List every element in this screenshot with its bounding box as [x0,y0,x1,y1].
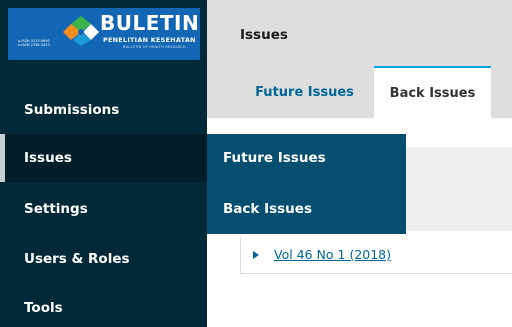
logo-issn: p-ISSN 0125-9695 e-ISSN 2338-3453 [18,39,50,47]
logo-title: BULETIN [100,11,200,35]
tab-back-issues[interactable]: Back Issues [374,66,491,118]
issue-link[interactable]: Vol 46 No 1 (2018) [274,247,391,262]
sidebar-item-tools[interactable]: Tools [0,284,207,327]
sidebar-item-settings[interactable]: Settings [0,185,207,233]
puzzle-logo-icon [63,16,99,46]
issue-list-item[interactable]: Vol 46 No 1 (2018) [240,237,512,274]
logo-subtitle: PENELITIAN KESEHATAN [103,36,196,44]
expand-caret-icon[interactable] [253,251,259,259]
sidebar-item-users-roles[interactable]: Users & Roles [0,235,207,283]
tabs-bar: Future Issues Back Issues [207,66,512,118]
flyout-item-back-issues[interactable]: Back Issues [207,185,406,233]
page-header: Issues [207,0,512,66]
tab-future-issues[interactable]: Future Issues [247,66,362,118]
flyout-item-future-issues[interactable]: Future Issues [207,134,406,182]
sidebar-item-issues[interactable]: Issues [0,134,207,182]
issues-flyout-menu: Future Issues Back Issues [207,134,406,234]
journal-logo[interactable]: p-ISSN 0125-9695 e-ISSN 2338-3453 BULETI… [8,8,200,60]
logo-tagline: BULLETIN OF HEALTH RESEARCH [123,45,186,49]
sidebar: p-ISSN 0125-9695 e-ISSN 2338-3453 BULETI… [0,0,207,327]
sidebar-item-submissions[interactable]: Submissions [0,86,207,134]
page-title: Issues [240,27,288,43]
